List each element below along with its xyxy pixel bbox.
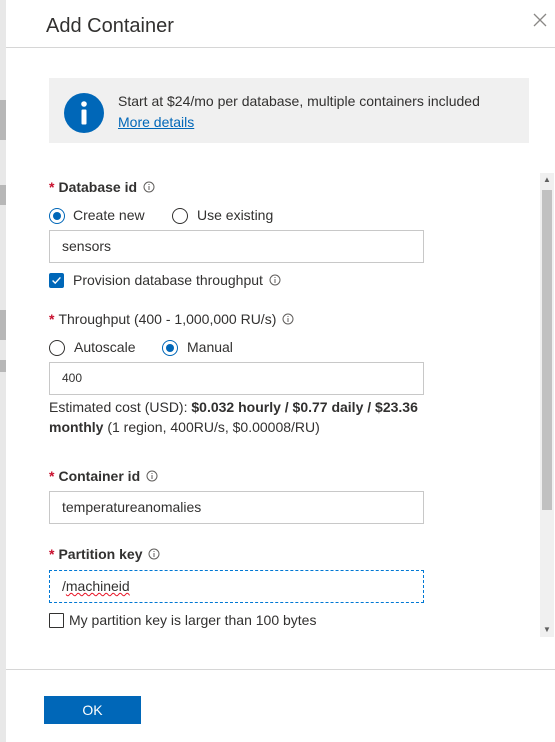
required-asterisk: *: [49, 546, 55, 562]
throughput-label: * Throughput (400 - 1,000,000 RU/s): [49, 311, 294, 327]
container-id-label: * Container id: [49, 468, 158, 484]
container-id-label-text: Container id: [58, 468, 141, 484]
large-partition-key-label: My partition key is larger than 100 byte…: [69, 612, 317, 628]
autoscale-radio[interactable]: [49, 340, 65, 356]
partition-key-value: machineid: [65, 578, 130, 594]
partition-key-label: * Partition key: [49, 546, 160, 562]
close-icon[interactable]: [530, 10, 550, 30]
cost-details: (1 region, 400RU/s, $0.00008/RU): [103, 419, 320, 435]
partition-key-input[interactable]: /machineid: [49, 570, 424, 603]
required-asterisk: *: [49, 468, 55, 484]
info-hint-icon[interactable]: [269, 274, 281, 286]
throughput-label-text: Throughput (400 - 1,000,000 RU/s): [58, 311, 277, 327]
database-id-label-text: Database id: [58, 179, 138, 195]
cost-values: $0.032 hourly / $0.77 daily / $23.36: [191, 399, 418, 415]
partition-key-label-text: Partition key: [58, 546, 143, 562]
database-id-input[interactable]: sensors: [49, 230, 424, 263]
header-divider: [6, 47, 555, 48]
estimated-cost: Estimated cost (USD): $0.032 hourly / $0…: [49, 397, 469, 437]
use-existing-radio[interactable]: [172, 208, 188, 224]
create-new-radio[interactable]: [49, 208, 65, 224]
info-hint-icon[interactable]: [148, 548, 160, 560]
large-partition-key-checkbox[interactable]: [49, 613, 64, 628]
required-asterisk: *: [49, 179, 55, 195]
manual-radio[interactable]: [162, 340, 178, 356]
provision-throughput-checkbox[interactable]: [49, 273, 64, 288]
add-container-panel: Add Container Start at $24/mo per databa…: [6, 0, 555, 742]
scroll-down-icon[interactable]: ▼: [540, 623, 554, 637]
info-hint-icon[interactable]: [146, 470, 158, 482]
ok-button[interactable]: OK: [44, 696, 141, 724]
dialog-title: Add Container: [46, 15, 174, 37]
footer-divider: [6, 669, 555, 670]
cost-period: monthly: [49, 419, 104, 435]
autoscale-label: Autoscale: [74, 339, 136, 355]
throughput-input[interactable]: 400: [49, 362, 424, 395]
required-asterisk: *: [49, 311, 55, 327]
use-existing-label: Use existing: [197, 207, 274, 223]
form-scroll-area[interactable]: * Database id Create new Use existing sen…: [6, 170, 555, 640]
create-new-label: Create new: [73, 207, 145, 223]
info-hint-icon[interactable]: [282, 313, 294, 325]
database-id-label: * Database id: [49, 179, 155, 195]
manual-label: Manual: [187, 339, 233, 355]
scrollbar-thumb[interactable]: [542, 190, 552, 510]
cost-prefix: Estimated cost (USD):: [49, 399, 192, 415]
provision-throughput-text: Provision database throughput: [73, 272, 263, 288]
more-details-link[interactable]: More details: [118, 114, 194, 130]
info-hint-icon[interactable]: [143, 181, 155, 193]
info-icon: [64, 93, 104, 133]
provision-throughput-label: Provision database throughput: [73, 272, 281, 288]
vertical-scrollbar[interactable]: ▲ ▼: [540, 173, 554, 637]
container-id-input[interactable]: temperatureanomalies: [49, 491, 424, 524]
banner-message: Start at $24/mo per database, multiple c…: [118, 93, 480, 109]
scroll-up-icon[interactable]: ▲: [540, 173, 554, 187]
info-banner: Start at $24/mo per database, multiple c…: [49, 78, 529, 143]
